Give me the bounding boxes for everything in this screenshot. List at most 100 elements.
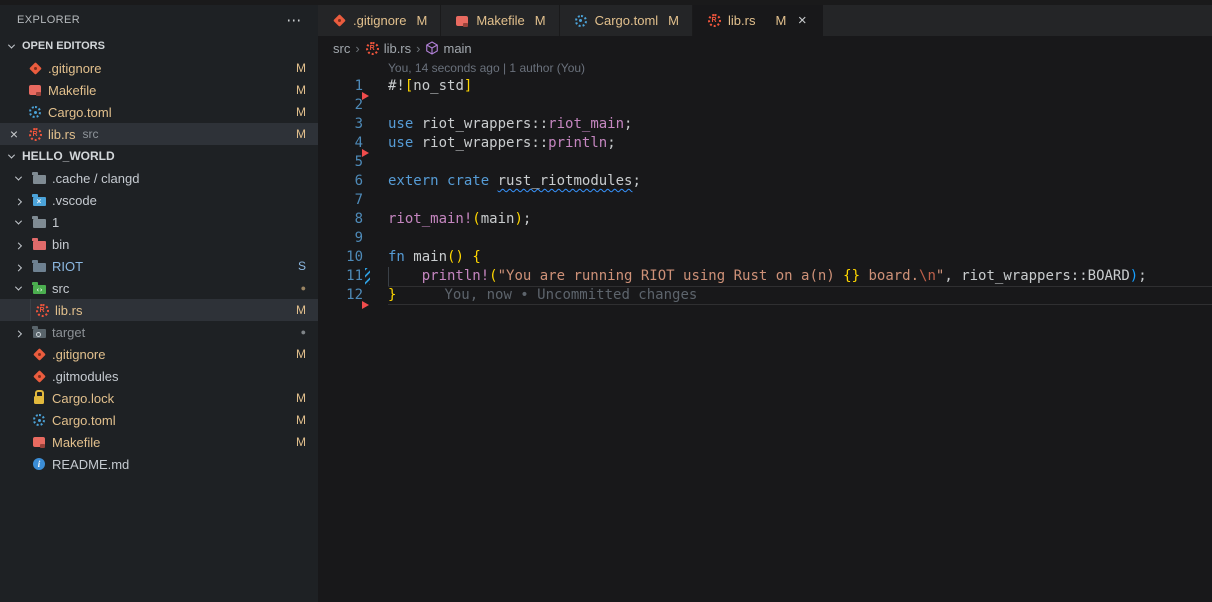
code-line-9[interactable]: 9 bbox=[318, 229, 1212, 248]
modified-badge: M bbox=[296, 127, 306, 141]
makefile-icon bbox=[454, 13, 470, 29]
tree-item-librs[interactable]: lib.rs M bbox=[0, 299, 318, 321]
tree-item-makefile[interactable]: Makefile M bbox=[0, 431, 318, 453]
chevron-down-icon[interactable] bbox=[10, 170, 26, 186]
open-editor-gitignore[interactable]: .gitignore M bbox=[0, 57, 318, 79]
modified-badge: M bbox=[296, 413, 306, 427]
open-editor-makefile[interactable]: Makefile M bbox=[0, 79, 318, 101]
tree-item-cache-clangd[interactable]: .cache / clangd bbox=[0, 167, 318, 189]
breadcrumb-librs[interactable]: lib.rs bbox=[365, 41, 411, 56]
code-line-8[interactable]: 8riot_main!(main); bbox=[318, 210, 1212, 229]
gear-icon bbox=[573, 13, 589, 29]
close-slot bbox=[6, 82, 22, 98]
code-text: }You, now • Uncommitted changes bbox=[388, 286, 1212, 305]
code-line-6[interactable]: 6extern crate rust_riotmodules; bbox=[318, 172, 1212, 191]
git-deleted-gutter-icon[interactable] bbox=[362, 301, 369, 309]
chevron-down-icon[interactable] bbox=[10, 280, 26, 296]
modified-badge: M bbox=[296, 303, 306, 317]
tree-item-gitmodules[interactable]: .gitmodules bbox=[0, 365, 318, 387]
code-line-1[interactable]: 1#![no_std] bbox=[318, 77, 1212, 96]
breadcrumb-src[interactable]: src bbox=[333, 41, 350, 56]
chevron-right-icon[interactable] bbox=[10, 236, 26, 252]
more-actions-icon[interactable] bbox=[284, 11, 304, 29]
vscode-folder-icon bbox=[31, 192, 47, 208]
rust-icon bbox=[706, 13, 722, 29]
editor-group: .gitignore M Makefile M Cargo.toml M lib… bbox=[318, 5, 1212, 602]
gitlens-inline-blame: You, now • Uncommitted changes bbox=[444, 287, 697, 303]
close-icon[interactable] bbox=[6, 126, 22, 142]
editor-gutter: 11 bbox=[318, 267, 388, 286]
code-line-2[interactable]: 2 bbox=[318, 96, 1212, 115]
vscode-window: EXPLORER OPEN EDITORS .gitignore M Makef… bbox=[0, 5, 1212, 602]
tree-item-cargolock[interactable]: Cargo.lock M bbox=[0, 387, 318, 409]
src-folder-icon bbox=[31, 280, 47, 296]
code-text: #![no_std] bbox=[388, 77, 1212, 96]
gitlens-blame-header[interactable]: You, 14 seconds ago | 1 author (You) bbox=[318, 60, 1212, 77]
code-line-11[interactable]: 11 println!("You are running RIOT using … bbox=[318, 267, 1212, 286]
editor-gutter: 10 bbox=[318, 248, 388, 267]
breadcrumb-main-symbol[interactable]: main bbox=[425, 41, 471, 56]
tree-item-vscode[interactable]: .vscode bbox=[0, 189, 318, 211]
code-text: fn main() { bbox=[388, 248, 1212, 267]
tree-item-readme[interactable]: README.md bbox=[0, 453, 318, 475]
code-line-4[interactable]: 4use riot_wrappers::println; bbox=[318, 134, 1212, 153]
namespace-cube-icon bbox=[425, 41, 439, 55]
git-icon bbox=[31, 346, 47, 362]
chevron-right-icon[interactable] bbox=[10, 258, 26, 274]
code-text bbox=[388, 96, 1212, 115]
modified-badge: M bbox=[775, 13, 786, 28]
code-line-10[interactable]: 10 fn main() { bbox=[318, 248, 1212, 267]
tab-gitignore[interactable]: .gitignore M bbox=[318, 5, 441, 36]
modified-badge: M bbox=[296, 391, 306, 405]
code-line-3[interactable]: 3use riot_wrappers::riot_main; bbox=[318, 115, 1212, 134]
line-number: 10 bbox=[318, 248, 363, 267]
chevron-down-icon[interactable] bbox=[10, 214, 26, 230]
chevron-down-icon[interactable] bbox=[3, 38, 19, 54]
line-number: 7 bbox=[318, 191, 363, 210]
editor-gutter: 12 bbox=[318, 286, 388, 305]
tree-item-src[interactable]: src ● bbox=[0, 277, 318, 299]
code-line-5[interactable]: 5 bbox=[318, 153, 1212, 172]
tab-makefile[interactable]: Makefile M bbox=[441, 5, 559, 36]
modified-badge: M bbox=[296, 61, 306, 75]
editor-gutter: 3 bbox=[318, 115, 388, 134]
editor-gutter: 1 bbox=[318, 77, 388, 96]
tree-item-gitignore[interactable]: .gitignore M bbox=[0, 343, 318, 365]
code-lines-container: 1#![no_std]23use riot_wrappers::riot_mai… bbox=[318, 77, 1212, 305]
modified-badge: M bbox=[296, 105, 306, 119]
code-text: use riot_wrappers::println; bbox=[388, 134, 1212, 153]
open-editor-librs[interactable]: lib.rs src M bbox=[0, 123, 318, 145]
code-line-12[interactable]: 12}You, now • Uncommitted changes bbox=[318, 286, 1212, 305]
rust-icon bbox=[365, 41, 380, 56]
git-icon bbox=[31, 368, 47, 384]
open-editors-section-header[interactable]: OPEN EDITORS bbox=[0, 35, 318, 57]
git-deleted-gutter-icon[interactable] bbox=[362, 149, 369, 157]
modified-badge: M bbox=[535, 13, 546, 28]
line-number: 3 bbox=[318, 115, 363, 134]
chevron-down-icon[interactable] bbox=[3, 148, 19, 164]
git-deleted-gutter-icon[interactable] bbox=[362, 92, 369, 100]
workspace-root-header[interactable]: HELLO_WORLD bbox=[0, 145, 318, 167]
chevron-right-icon[interactable] bbox=[10, 324, 26, 340]
open-editor-cargotoml[interactable]: Cargo.toml M bbox=[0, 101, 318, 123]
tab-cargotoml[interactable]: Cargo.toml M bbox=[560, 5, 693, 36]
chevron-right-icon[interactable] bbox=[10, 192, 26, 208]
tree-item-target[interactable]: target ● bbox=[0, 321, 318, 343]
modified-badge: M bbox=[668, 13, 679, 28]
line-number: 11 bbox=[318, 267, 363, 286]
git-modified-gutter-icon[interactable] bbox=[365, 268, 370, 285]
tree-item-1[interactable]: 1 bbox=[0, 211, 318, 233]
modified-badge: M bbox=[296, 83, 306, 97]
code-text: println!("You are running RIOT using Rus… bbox=[388, 267, 1212, 286]
code-editor[interactable]: You, 14 seconds ago | 1 author (You) 1#!… bbox=[318, 60, 1212, 602]
folder-icon bbox=[31, 170, 47, 186]
code-line-7[interactable]: 7 bbox=[318, 191, 1212, 210]
rust-icon bbox=[27, 126, 43, 142]
tree-item-bin[interactable]: bin bbox=[0, 233, 318, 255]
close-icon[interactable] bbox=[794, 13, 810, 29]
modified-children-dot: ● bbox=[301, 283, 306, 293]
tab-librs[interactable]: lib.rs M bbox=[693, 5, 823, 36]
tree-item-riot[interactable]: RIOT S bbox=[0, 255, 318, 277]
tree-item-cargotoml[interactable]: Cargo.toml M bbox=[0, 409, 318, 431]
bin-folder-icon bbox=[31, 236, 47, 252]
